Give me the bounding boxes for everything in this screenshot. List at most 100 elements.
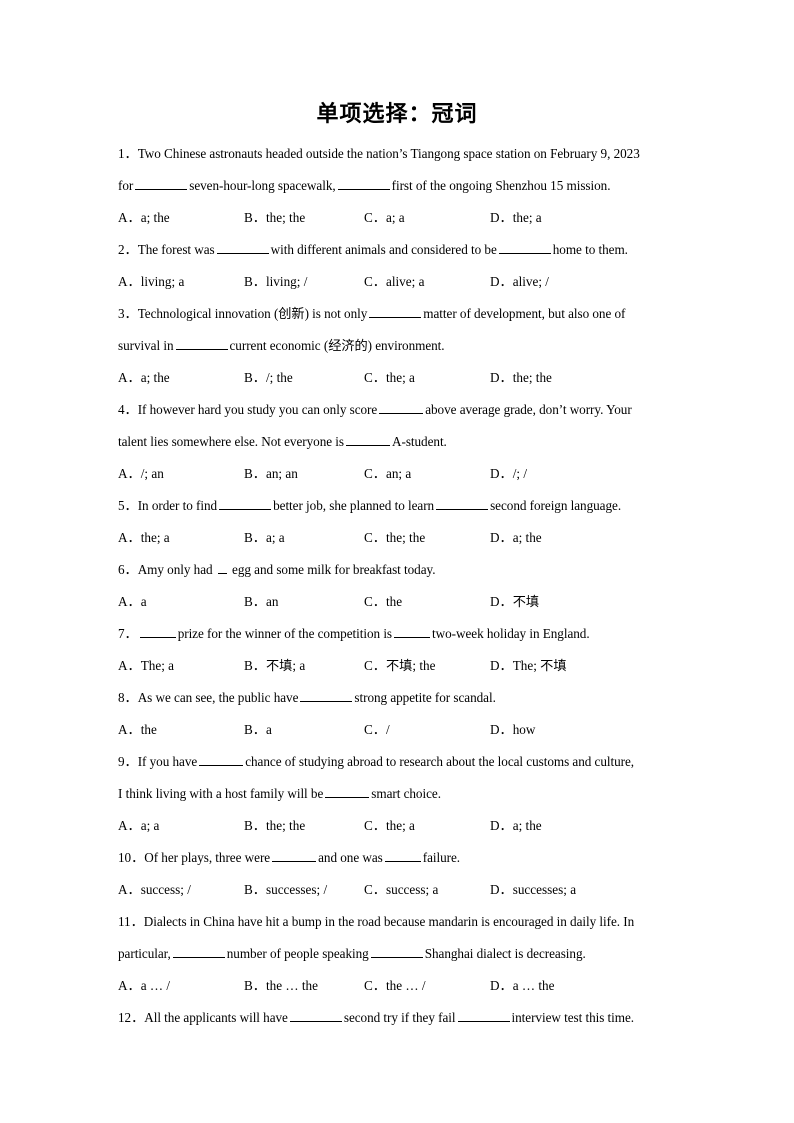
option-a[interactable]: A．a; a [118,810,159,842]
option-a[interactable]: A．The; a [118,650,174,682]
question-text-post: first of the ongoing Shenzhou 15 mission… [391,178,611,193]
question-text-post: second foreign language. [490,498,622,513]
option-d[interactable]: D．the; the [490,362,552,394]
question-number: 6． [118,562,138,577]
answer-blank[interactable] [394,624,431,638]
question-2-options: A．living; a B．living; / C．alive; a D．ali… [118,266,680,298]
question-4-options: A．/; an B．an; an C．an; a D．/; / [118,458,680,490]
question-text-pre: In order to find [137,498,218,513]
answer-blank[interactable] [300,688,353,702]
question-number: 5． [118,498,138,513]
option-c[interactable]: C．the; a [364,810,415,842]
option-c[interactable]: C．the [364,586,402,618]
option-d[interactable]: D．不填 [490,586,539,618]
answer-blank[interactable] [346,432,390,446]
answer-blank[interactable] [217,560,227,574]
question-text-post: smart choice. [371,786,441,801]
option-a[interactable]: A．a [118,586,147,618]
option-b[interactable]: B．/; the [244,362,293,394]
option-d[interactable]: D．alive; / [490,266,549,298]
option-d[interactable]: D．the; a [490,202,542,234]
question-text-pre: If you have [137,754,198,769]
option-c[interactable]: C．/ [364,714,390,746]
option-d[interactable]: D．how [490,714,535,746]
option-a[interactable]: A．the; a [118,522,170,554]
option-c[interactable]: C．success; a [364,874,438,906]
question-4-line-2: talent lies somewhere else. Not everyone… [118,426,680,458]
question-1-line-2: for seven-hour-long spacewalk, first of th… [118,170,680,202]
question-text-mid: with different animals and considered to… [270,242,497,257]
option-b[interactable]: B．successes; / [244,874,327,906]
question-12-line-1: 12．All the applicants will have second tr… [118,1002,680,1034]
option-a[interactable]: A．success; / [118,874,191,906]
option-b[interactable]: B．the … the [244,970,318,1002]
question-text-pre: The forest was [137,242,215,257]
question-text-post: failure. [422,850,461,865]
answer-blank[interactable] [272,848,317,862]
option-c[interactable]: C．the; the [364,522,425,554]
question-text-post: home to them. [552,242,628,257]
question-3-line-2: survival in current economic (经济的) enviro… [118,330,680,362]
question-text-pre: As we can see, the public have [137,690,299,705]
option-a[interactable]: A．/; an [118,458,164,490]
option-c[interactable]: C．不填; the [364,650,435,682]
answer-blank[interactable] [219,496,272,510]
option-d[interactable]: D．a … the [490,970,554,1002]
question-text-pre: for [118,178,134,193]
option-b[interactable]: B．an; an [244,458,298,490]
answer-blank[interactable] [172,944,225,958]
question-text-pre: All the applicants will have [144,1010,288,1025]
option-d[interactable]: D．successes; a [490,874,576,906]
answer-blank[interactable] [139,624,176,638]
option-c[interactable]: C．a; a [364,202,405,234]
answer-blank[interactable] [325,784,370,798]
option-b[interactable]: B．the; the [244,202,305,234]
answer-blank[interactable] [135,176,188,190]
question-number: 10． [118,850,145,865]
option-c[interactable]: C．an; a [364,458,411,490]
option-d[interactable]: D．a; the [490,810,542,842]
answer-blank[interactable] [457,1008,510,1022]
answer-blank[interactable] [199,752,244,766]
option-a[interactable]: A．the [118,714,157,746]
option-a[interactable]: A．a; the [118,202,170,234]
answer-blank[interactable] [175,336,228,350]
answer-blank[interactable] [337,176,390,190]
answer-blank[interactable] [370,944,423,958]
answer-blank[interactable] [379,400,424,414]
option-d[interactable]: D．The; 不填 [490,650,567,682]
option-c[interactable]: C．the … / [364,970,426,1002]
option-a[interactable]: A．living; a [118,266,184,298]
answer-blank[interactable] [369,304,422,318]
page-title: 单项选择：冠词 [316,101,478,126]
question-text-post: matter of development, but also one of [423,306,626,321]
option-d[interactable]: D．/; / [490,458,527,490]
question-text-post: A-student. [392,434,447,449]
option-c[interactable]: C．alive; a [364,266,424,298]
question-9-line-2: I think living with a host family will b… [118,778,680,810]
question-1-options: A．a; the B．the; the C．a; a D．the; a [118,202,680,234]
answer-blank[interactable] [216,240,269,254]
option-a[interactable]: A．a … / [118,970,170,1002]
question-11-options: A．a … / B．the … the C．the … / D．a … the [118,970,680,1002]
option-b[interactable]: B．living; / [244,266,307,298]
question-3-line-1: 3．Technological innovation (创新) is not o… [118,298,680,330]
option-b[interactable]: B．the; the [244,810,305,842]
option-a[interactable]: A．a; the [118,362,170,394]
answer-blank[interactable] [436,496,489,510]
question-number: 8． [118,690,138,705]
question-number: 1． [118,146,138,161]
question-text-pre: Technological innovation (创新) is not onl… [137,306,368,321]
question-7-options: A．The; a B．不填; a C．不填; the D．The; 不填 [118,650,680,682]
option-b[interactable]: B．a; a [244,522,285,554]
question-8-line-1: 8．As we can see, the public have strong a… [118,682,680,714]
option-b[interactable]: B．不填; a [244,650,305,682]
option-b[interactable]: B．an [244,586,278,618]
question-number: 4． [118,402,138,417]
option-b[interactable]: B．a [244,714,272,746]
option-d[interactable]: D．a; the [490,522,542,554]
answer-blank[interactable] [289,1008,342,1022]
answer-blank[interactable] [384,848,421,862]
option-c[interactable]: C．the; a [364,362,415,394]
answer-blank[interactable] [498,240,551,254]
